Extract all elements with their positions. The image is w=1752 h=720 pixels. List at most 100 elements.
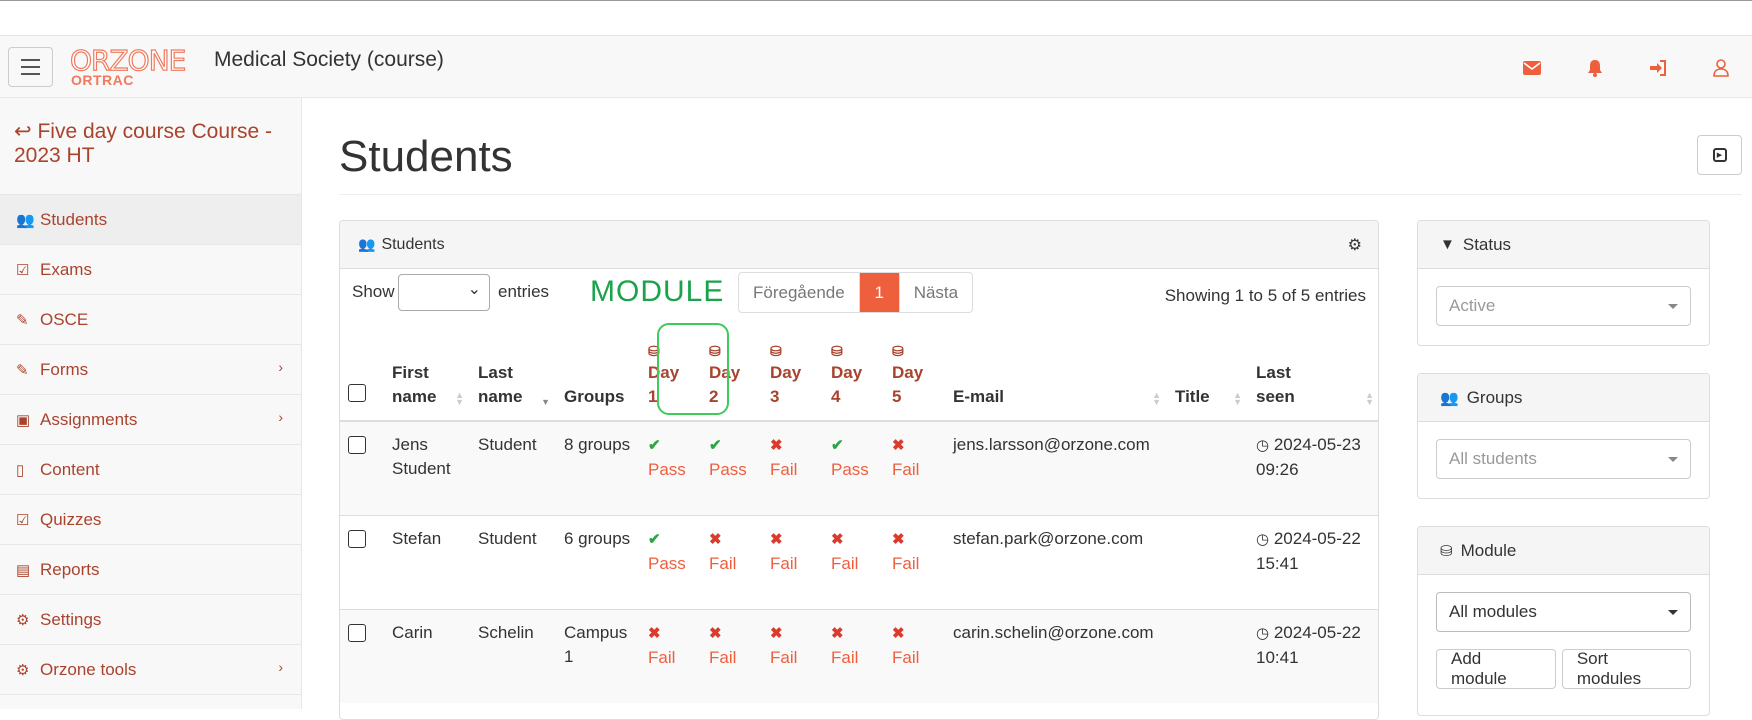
gear-icon[interactable]: ⚙ — [1348, 235, 1362, 255]
module-select[interactable]: All modules — [1436, 592, 1691, 632]
pagination-page-1[interactable]: 1 — [859, 273, 900, 312]
pdf-file-icon: ▤ — [16, 561, 31, 579]
column-label: Last seen — [1256, 363, 1295, 406]
cubes-icon: ⛁ — [1440, 542, 1453, 560]
row-checkbox[interactable] — [348, 436, 366, 454]
pagination-previous[interactable]: Föregående — [739, 273, 860, 312]
row-select-cell — [340, 420, 384, 515]
cogs-icon: ⚙ — [16, 611, 30, 629]
select-all-header — [340, 321, 384, 422]
sidebar-item-forms[interactable]: ✎ Forms › — [0, 345, 301, 395]
column-email[interactable]: E-mail ▲ ▼ — [945, 321, 1167, 422]
sidebar-item-label: Students — [40, 209, 108, 229]
day-2-result[interactable]: ✖ Fail — [701, 514, 762, 609]
column-label: Title — [1175, 387, 1210, 406]
groups-select[interactable]: All students — [1436, 439, 1691, 479]
orzone-logo[interactable]: ORZONE ORTRAC — [69, 43, 195, 88]
menu-toggle-button[interactable] — [8, 47, 53, 87]
day-5-result[interactable]: ✖ Fail — [884, 420, 945, 515]
column-day-4[interactable]: ⛁ Day 4 — [823, 321, 884, 422]
cross-icon: ✖ — [709, 530, 722, 548]
last-seen-cell: ◷ 2024-05-22 15:41 — [1248, 514, 1378, 609]
sidebar-item-exams[interactable]: ☑ Exams — [0, 245, 301, 295]
day-3-result[interactable]: ✖ Fail — [762, 514, 823, 609]
sidebar-item-reports[interactable]: ▤ Reports — [0, 545, 301, 595]
day-4-result[interactable]: ✔ Pass — [823, 420, 884, 515]
day-3-result[interactable]: ✖ Fail — [762, 420, 823, 515]
result-label: Fail — [770, 647, 798, 667]
cross-icon: ✖ — [831, 624, 844, 642]
select-all-checkbox[interactable] — [348, 384, 366, 402]
check-icon: ✔ — [709, 437, 722, 454]
sidebar-item-orzone-tools[interactable]: ⚙ Orzone tools › — [0, 645, 301, 695]
day-4-result[interactable]: ✖ Fail — [823, 608, 884, 703]
sidebar-item-assignments[interactable]: ▣ Assignments › — [0, 395, 301, 445]
day-1-result[interactable]: ✔ Pass — [640, 420, 701, 515]
users-icon: 👥 — [16, 211, 35, 229]
groups-cell: 8 groups — [556, 420, 640, 515]
entries-per-page-select[interactable] — [398, 274, 490, 311]
file-icon: ▯ — [16, 461, 25, 479]
logo-subtitle: ORTRAC — [71, 72, 134, 88]
day-3-result[interactable]: ✖ Fail — [762, 608, 823, 703]
envelope-icon[interactable] — [1500, 36, 1563, 99]
status-filter-title: Status — [1462, 234, 1512, 254]
table-header-row: First name ▲ ▼ Last name ▼ Groups ⛁ Day 1 ⛁ D… — [340, 321, 1378, 422]
result-label: Pass — [648, 460, 686, 479]
first-name-cell: Carin — [384, 608, 470, 703]
sidebar-item-settings[interactable]: ⚙ Settings — [0, 595, 301, 645]
sidebar-item-label: OSCE — [40, 309, 89, 329]
pagination-next[interactable]: Nästa — [900, 273, 972, 312]
table-controls: Show entries MODULE Föregående 1 Nästa S… — [340, 269, 1378, 321]
column-day-5[interactable]: ⛁ Day 5 — [884, 321, 945, 422]
sign-in-icon[interactable] — [1626, 36, 1689, 99]
add-module-button[interactable]: Add module — [1436, 649, 1556, 689]
cross-icon: ✖ — [892, 624, 905, 642]
show-label: Show — [352, 282, 395, 301]
row-checkbox[interactable] — [348, 623, 366, 642]
students-panel: 👥 Students ⚙ Show entries MODULE Föregåe… — [339, 220, 1379, 720]
day-1-result[interactable]: ✔ Pass — [640, 514, 701, 609]
day-5-result[interactable]: ✖ Fail — [884, 514, 945, 609]
cubes-icon: ⛁ — [892, 343, 904, 359]
result-label: Fail — [831, 553, 859, 573]
groups-cell: 6 groups — [556, 514, 640, 609]
day-2-result[interactable]: ✖ Fail — [701, 608, 762, 703]
groups-filter-panel: 👥 Groups All students — [1417, 373, 1710, 499]
sidebar-item-content[interactable]: ▯ Content — [0, 445, 301, 495]
column-title[interactable]: Title ▲ ▼ — [1167, 321, 1248, 422]
day-2-result[interactable]: ✔ Pass — [701, 420, 762, 515]
last-seen-cell: ◷ 2024-05-22 10:41 — [1248, 608, 1378, 703]
status-select[interactable]: Active — [1436, 286, 1691, 326]
column-last-seen[interactable]: Last seen ▲ ▼ — [1248, 321, 1378, 422]
result-label: Fail — [892, 647, 920, 667]
last-name-cell: Schelin — [470, 608, 556, 703]
day-5-result[interactable]: ✖ Fail — [884, 608, 945, 703]
sidebar-item-students[interactable]: 👥 Students — [0, 195, 301, 245]
column-day-3[interactable]: ⛁ Day 3 — [762, 321, 823, 422]
groups-select-value: All students — [1449, 449, 1537, 468]
check-square-icon: ☑ — [16, 261, 30, 279]
sidebar-item-quizzes[interactable]: ☑ Quizzes — [0, 495, 301, 545]
sidebar-item-label: Settings — [40, 609, 102, 629]
user-icon[interactable] — [1689, 36, 1752, 99]
back-to-course-link[interactable]: ↩ Five day course Course - 2023 HT — [0, 98, 301, 195]
row-checkbox[interactable] — [348, 529, 366, 548]
column-first-name[interactable]: First name ▲ ▼ — [384, 321, 470, 422]
pagination: Föregående 1 Nästa — [738, 272, 974, 313]
module-highlight-box — [657, 323, 729, 415]
bell-icon[interactable] — [1563, 36, 1626, 99]
users-icon: 👥 — [1440, 389, 1459, 407]
cubes-icon: ⛁ — [770, 343, 782, 359]
result-label: Fail — [709, 647, 737, 667]
clock-icon: ◷ — [1256, 530, 1270, 548]
day-1-result[interactable]: ✖ Fail — [640, 608, 701, 703]
sidebar-item-label: Reports — [40, 559, 100, 579]
day-4-result[interactable]: ✖ Fail — [823, 514, 884, 609]
sidebar-item-osce[interactable]: ✎ OSCE — [0, 295, 301, 345]
column-label: First name — [392, 363, 437, 406]
panel-heading: 👥 Students ⚙ — [340, 221, 1378, 269]
play-button[interactable]: ▶ — [1697, 135, 1742, 175]
column-last-name[interactable]: Last name ▼ — [470, 321, 556, 422]
sort-modules-button[interactable]: Sort modules — [1561, 649, 1691, 689]
